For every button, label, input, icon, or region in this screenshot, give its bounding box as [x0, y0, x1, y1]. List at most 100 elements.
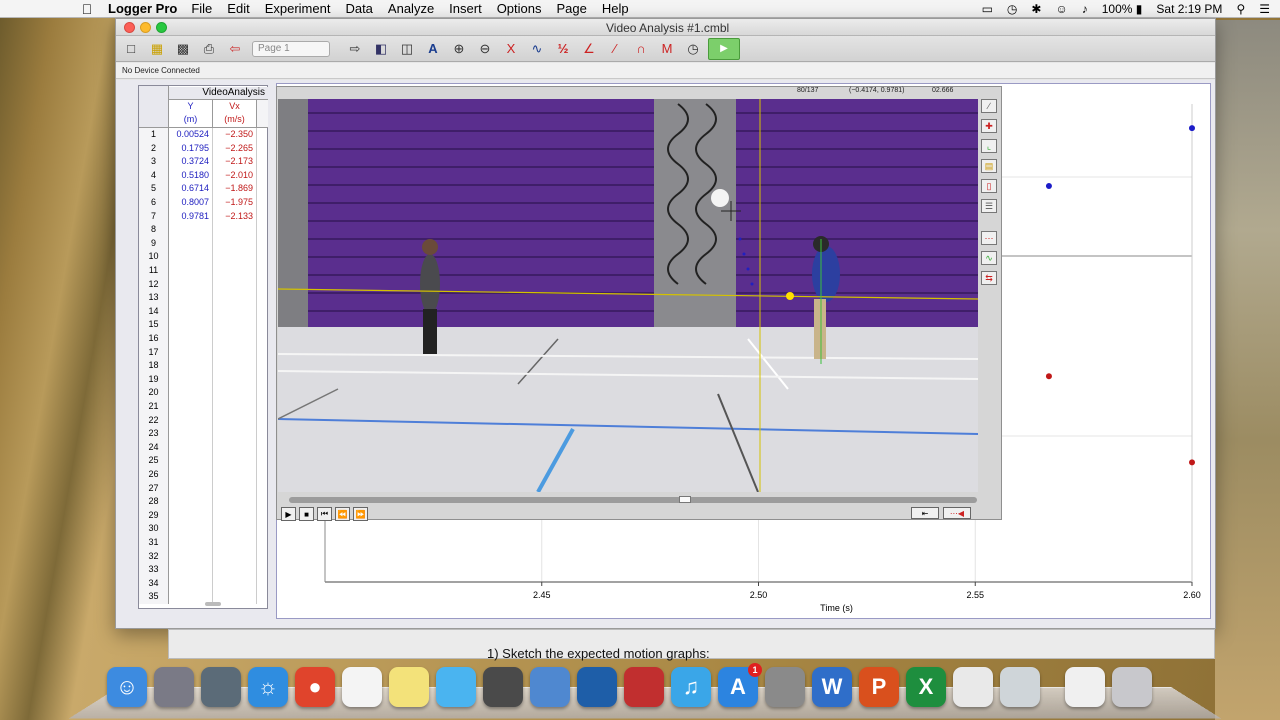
- document-window[interactable]: 1) Sketch the expected motion graphs:: [168, 629, 1215, 661]
- finder-icon[interactable]: ☺: [107, 667, 147, 707]
- linear-fit-icon[interactable]: ∕: [604, 39, 626, 59]
- cell-vx[interactable]: [213, 318, 257, 332]
- cell-y[interactable]: [169, 508, 213, 523]
- play-button[interactable]: ▶: [281, 507, 296, 521]
- table-row[interactable]: 5 0.6714 −1.869: [139, 182, 268, 196]
- collect-button[interactable]: ▶: [708, 37, 740, 60]
- cell-vx[interactable]: [213, 332, 257, 346]
- table-scroll-handle[interactable]: [205, 602, 221, 606]
- cell-y[interactable]: 0.3724: [169, 155, 213, 169]
- open-folder-icon[interactable]: ▦: [146, 39, 168, 59]
- cell-y[interactable]: [169, 454, 213, 468]
- table-row[interactable]: 1 0.00524 −2.350: [139, 128, 268, 142]
- system-utility-icon[interactable]: [201, 667, 241, 707]
- cell-y[interactable]: [169, 318, 213, 332]
- table-row[interactable]: 15: [139, 318, 268, 332]
- table-row[interactable]: 14: [139, 304, 268, 319]
- menu-analyze[interactable]: Analyze: [388, 1, 434, 16]
- cell-y[interactable]: 0.9781: [169, 209, 213, 224]
- cell-vx[interactable]: [213, 386, 257, 400]
- table-row[interactable]: 20: [139, 386, 268, 400]
- table-row[interactable]: 17: [139, 345, 268, 360]
- menu-page[interactable]: Page: [557, 1, 587, 16]
- safari-icon[interactable]: ☼: [248, 667, 288, 707]
- volume-icon[interactable]: ♪: [1082, 2, 1088, 16]
- cell-y[interactable]: [169, 332, 213, 346]
- page-select[interactable]: Page 1: [252, 40, 330, 57]
- table-row[interactable]: 11: [139, 264, 268, 278]
- cell-y[interactable]: [169, 372, 213, 387]
- data-browser-icon[interactable]: ◧: [370, 39, 392, 59]
- chrome-icon[interactable]: ●: [295, 667, 335, 707]
- itunes-icon[interactable]: ♫: [671, 667, 711, 707]
- notification-center-icon[interactable]: ☰: [1259, 2, 1270, 16]
- add-point-icon[interactable]: ✚: [981, 119, 997, 133]
- lab-pro-icon[interactable]: ◫: [396, 39, 418, 59]
- cell-vx[interactable]: [213, 563, 257, 577]
- bluetooth-icon[interactable]: ✱: [1031, 2, 1041, 16]
- cell-y[interactable]: [169, 576, 213, 591]
- table-row[interactable]: 13: [139, 291, 268, 305]
- messages-icon[interactable]: [436, 667, 476, 707]
- cell-y[interactable]: [169, 345, 213, 360]
- title-bar[interactable]: Video Analysis #1.cmbl: [116, 19, 1215, 36]
- launchpad-icon[interactable]: [154, 667, 194, 707]
- cell-y[interactable]: [169, 563, 213, 577]
- time-machine-icon[interactable]: ◷: [1007, 2, 1017, 16]
- cell-vx[interactable]: [213, 264, 257, 278]
- cell-vx[interactable]: [213, 522, 257, 536]
- cell-y[interactable]: 0.5180: [169, 168, 213, 183]
- zoom-out-icon[interactable]: ⊖: [474, 39, 496, 59]
- data-point[interactable]: [1189, 459, 1195, 466]
- cell-vx[interactable]: [213, 508, 257, 523]
- system-preferences-icon[interactable]: [765, 667, 805, 707]
- stopwatch-icon[interactable]: ◷: [682, 39, 704, 59]
- cell-y[interactable]: [169, 495, 213, 509]
- app-store-icon[interactable]: A1: [718, 663, 762, 707]
- cell-y[interactable]: [169, 277, 213, 292]
- cell-y[interactable]: [169, 291, 213, 305]
- stop-button[interactable]: ■: [299, 507, 314, 521]
- table-row[interactable]: 12: [139, 277, 268, 292]
- cell-y[interactable]: 0.6714: [169, 182, 213, 196]
- cell-y[interactable]: 0.1795: [169, 141, 213, 156]
- table-row[interactable]: 9: [139, 236, 268, 251]
- integral-icon[interactable]: ½: [552, 39, 574, 59]
- wifi-icon[interactable]: ☺: [1055, 2, 1067, 16]
- cell-y[interactable]: [169, 440, 213, 455]
- table-row[interactable]: 2 0.1795 −2.265: [139, 141, 268, 156]
- table-row[interactable]: 29: [139, 508, 268, 523]
- menu-help[interactable]: Help: [602, 1, 629, 16]
- cell-y[interactable]: [169, 549, 213, 564]
- menu-edit[interactable]: Edit: [227, 1, 249, 16]
- text-edit-icon[interactable]: [953, 667, 993, 707]
- minimize-button[interactable]: [140, 22, 151, 33]
- cell-vx[interactable]: −2.350: [213, 128, 257, 142]
- cell-vx[interactable]: [213, 495, 257, 509]
- table-row[interactable]: 30: [139, 522, 268, 536]
- cell-vx[interactable]: [213, 250, 257, 264]
- cell-vx[interactable]: [213, 549, 257, 564]
- table-row[interactable]: 23: [139, 427, 268, 441]
- data-point[interactable]: [1045, 182, 1052, 189]
- spotlight-icon[interactable]: ⚲: [1236, 2, 1245, 16]
- cell-y[interactable]: [169, 481, 213, 496]
- cell-vx[interactable]: −1.869: [213, 182, 257, 196]
- cell-vx[interactable]: [213, 440, 257, 455]
- preview-icon[interactable]: [530, 667, 570, 707]
- step-back-button[interactable]: ⏪: [335, 507, 350, 521]
- photo-booth-icon[interactable]: [624, 667, 664, 707]
- cell-vx[interactable]: [213, 468, 257, 482]
- cell-y[interactable]: [169, 236, 213, 251]
- table-row[interactable]: 18: [139, 359, 268, 373]
- table-row[interactable]: 34: [139, 576, 268, 591]
- table-row[interactable]: 4 0.5180 −2.010: [139, 168, 268, 183]
- step-forward-button[interactable]: ⏩: [353, 507, 368, 521]
- cell-y[interactable]: [169, 468, 213, 482]
- autoscale-icon[interactable]: A: [422, 39, 444, 59]
- table-row[interactable]: 32: [139, 549, 268, 564]
- cell-vx[interactable]: [213, 413, 257, 428]
- zoom-button[interactable]: [156, 22, 167, 33]
- column-header-y[interactable]: Y (m): [169, 100, 213, 128]
- table-row[interactable]: 25: [139, 454, 268, 468]
